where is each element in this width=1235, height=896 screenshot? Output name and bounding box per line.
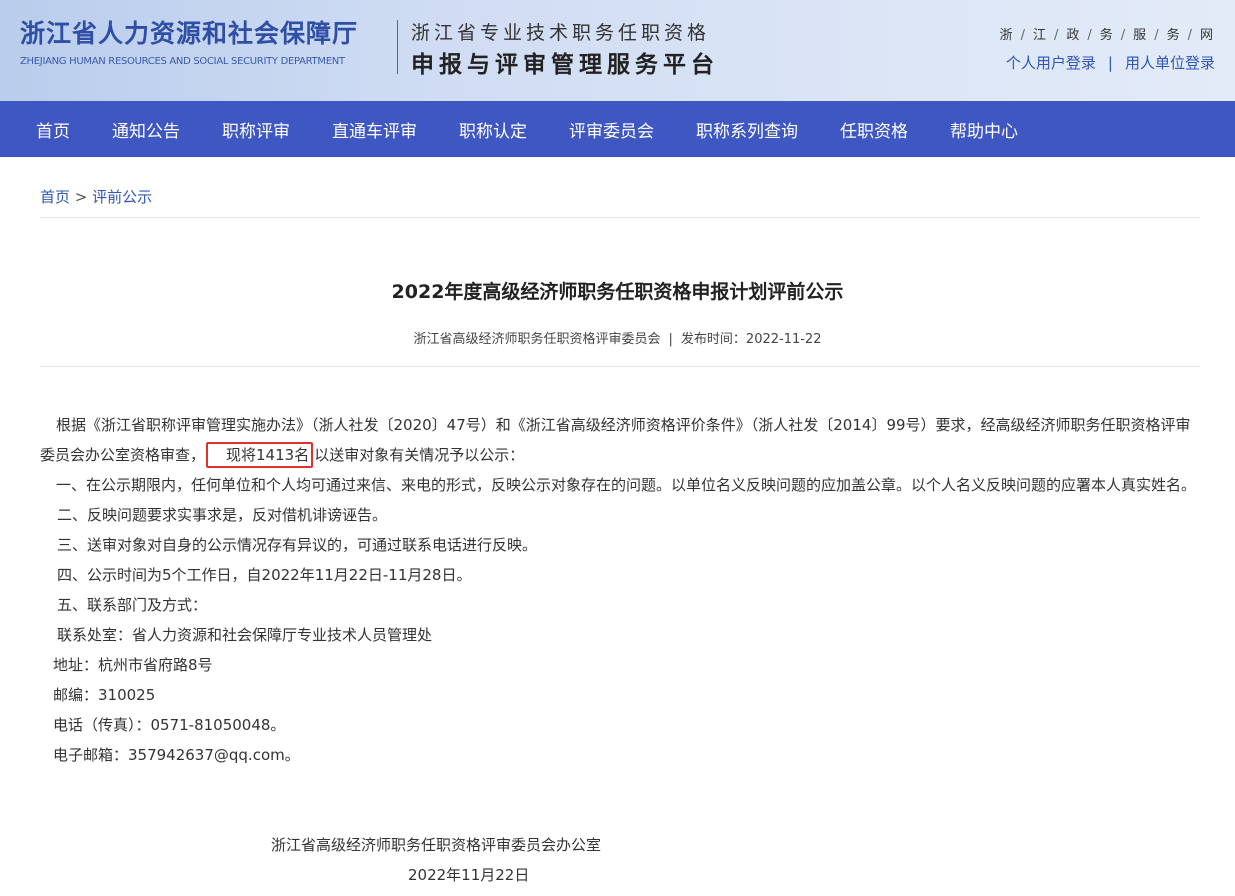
platform-title-line2: 申报与评审管理服务平台 — [411, 52, 719, 78]
paragraph-2: 二、反映问题要求实事求是，反对借机诽谤诬告。 — [57, 506, 388, 524]
article-body: 根据《浙江省职称评审管理实施办法》（浙人社发〔2020〕47号）和《浙江省高级经… — [40, 410, 1200, 770]
zjzwfw-separator: / — [1087, 28, 1092, 43]
employer-login-link[interactable]: 用人单位登录 — [1125, 54, 1215, 72]
nav-item[interactable]: 职称系列查询 — [696, 117, 798, 142]
nav-item[interactable]: 直通车评审 — [332, 117, 417, 142]
zjzwfw-link[interactable]: 浙 / 江 / 政 / 务 / 服 / 务 / 网 — [1000, 24, 1213, 43]
nav-item[interactable]: 帮助中心 — [950, 117, 1018, 142]
article-title: 2022年度高级经济师职务任职资格申报计划评前公示 — [391, 281, 844, 303]
publish-label: 发布时间： — [680, 332, 746, 347]
nav-list: 首页 通知公告 职称评审 直通车评审 职称认定 评审委员会 职称系列查询 任职资格 帮助中心 — [0, 101, 1235, 157]
breadcrumb-home[interactable]: 首页 — [40, 188, 70, 206]
breadcrumb-current[interactable]: 评前公示 — [92, 188, 152, 206]
nav-item[interactable]: 首页 — [36, 117, 70, 142]
platform-title-line1: 浙江省专业技术职务任职资格 — [411, 22, 711, 44]
title-divider — [40, 366, 1200, 367]
zjzwfw-char: 务 — [1166, 28, 1180, 43]
breadcrumb-separator: > — [70, 188, 93, 206]
nav-item[interactable]: 评审委员会 — [569, 117, 654, 142]
nav-item[interactable]: 任职资格 — [840, 117, 908, 142]
zjzwfw-char: 政 — [1066, 28, 1080, 43]
contact-email[interactable]: 电子邮箱：357942637@qq.com。 — [40, 740, 1200, 770]
zjzwfw-char: 江 — [1032, 28, 1046, 43]
contact-phone: 电话（传真）：0571-81050048。 — [53, 716, 286, 734]
zjzwfw-char: 务 — [1099, 28, 1113, 43]
nav-item[interactable]: 职称评审 — [222, 117, 290, 142]
org-name-cn[interactable]: 浙江省人力资源和社会保障厅 — [20, 14, 358, 50]
zjzwfw-char: 浙 — [999, 28, 1013, 43]
nav-item[interactable]: 通知公告 — [112, 117, 180, 142]
meta-separator: | — [668, 332, 673, 347]
main-nav: 首页 通知公告 职称评审 直通车评审 职称认定 评审委员会 职称系列查询 任职资格 帮助中心 — [0, 101, 1235, 157]
zjzwfw-separator: / — [1020, 28, 1025, 43]
zjzwfw-separator: / — [1187, 28, 1192, 43]
nav-item[interactable]: 职称认定 — [459, 117, 527, 142]
breadcrumb-divider — [40, 217, 1200, 218]
login-links: 个人用户登录 | 用人单位登录 — [1006, 52, 1215, 73]
article-source: 浙江省高级经济师职务任职资格评审委员会 — [413, 332, 661, 347]
zjzwfw-char: 服 — [1133, 28, 1147, 43]
contact-dept: 联系处室：省人力资源和社会保障厅专业技术人员管理处 — [57, 626, 433, 644]
zjzwfw-separator: / — [1053, 28, 1059, 43]
contact-postcode: 邮编：310025 — [53, 686, 156, 704]
zjzwfw-char: 网 — [1199, 28, 1213, 43]
signature-date: 2022年11月22日 — [408, 866, 530, 884]
article-meta: 浙江省高级经济师职务任职资格评审委员会 | 发布时间：2022-11-22 — [0, 328, 1235, 347]
signature-org: 浙江省高级经济师职务任职资格评审委员会办公室 — [271, 836, 602, 854]
breadcrumb: 首页 > 评前公示 — [40, 186, 152, 207]
paragraph-1: 一、在公示期限内，任何单位和个人均可通过来信、来电的形式，反映公示对象存在的问题… — [56, 476, 1197, 494]
paragraph-3: 三、送审对象对自身的公示情况存有异议的，可通过联系电话进行反映。 — [57, 536, 538, 554]
paragraph-4: 四、公示时间为5个工作日，自2022年11月22日-11月28日。 — [57, 566, 472, 584]
contact-address: 地址：杭州市省府路8号 — [53, 656, 213, 674]
site-header: 浙江省人力资源和社会保障厅 ZHEJIANG HUMAN RESOURCES A… — [0, 0, 1235, 101]
zjzwfw-separator: / — [1120, 28, 1126, 43]
paragraph-intro: 根据《浙江省职称评审管理实施办法》（浙人社发〔2020〕47号）和《浙江省高级经… — [40, 410, 1200, 470]
header-divider — [397, 20, 398, 74]
publish-date: 2022-11-22 — [745, 332, 822, 347]
highlighted-count: 现将1413名 — [206, 442, 314, 468]
paragraph-5: 五、联系部门及方式： — [57, 596, 208, 614]
personal-login-link[interactable]: 个人用户登录 — [1006, 54, 1096, 72]
zjzwfw-separator: / — [1154, 28, 1159, 43]
intro-text-end: 以送审对象有关情况予以公示： — [314, 446, 525, 464]
org-name-en: ZHEJIANG HUMAN RESOURCES AND SOCIAL SECU… — [20, 56, 345, 67]
login-separator: | — [1107, 54, 1113, 72]
